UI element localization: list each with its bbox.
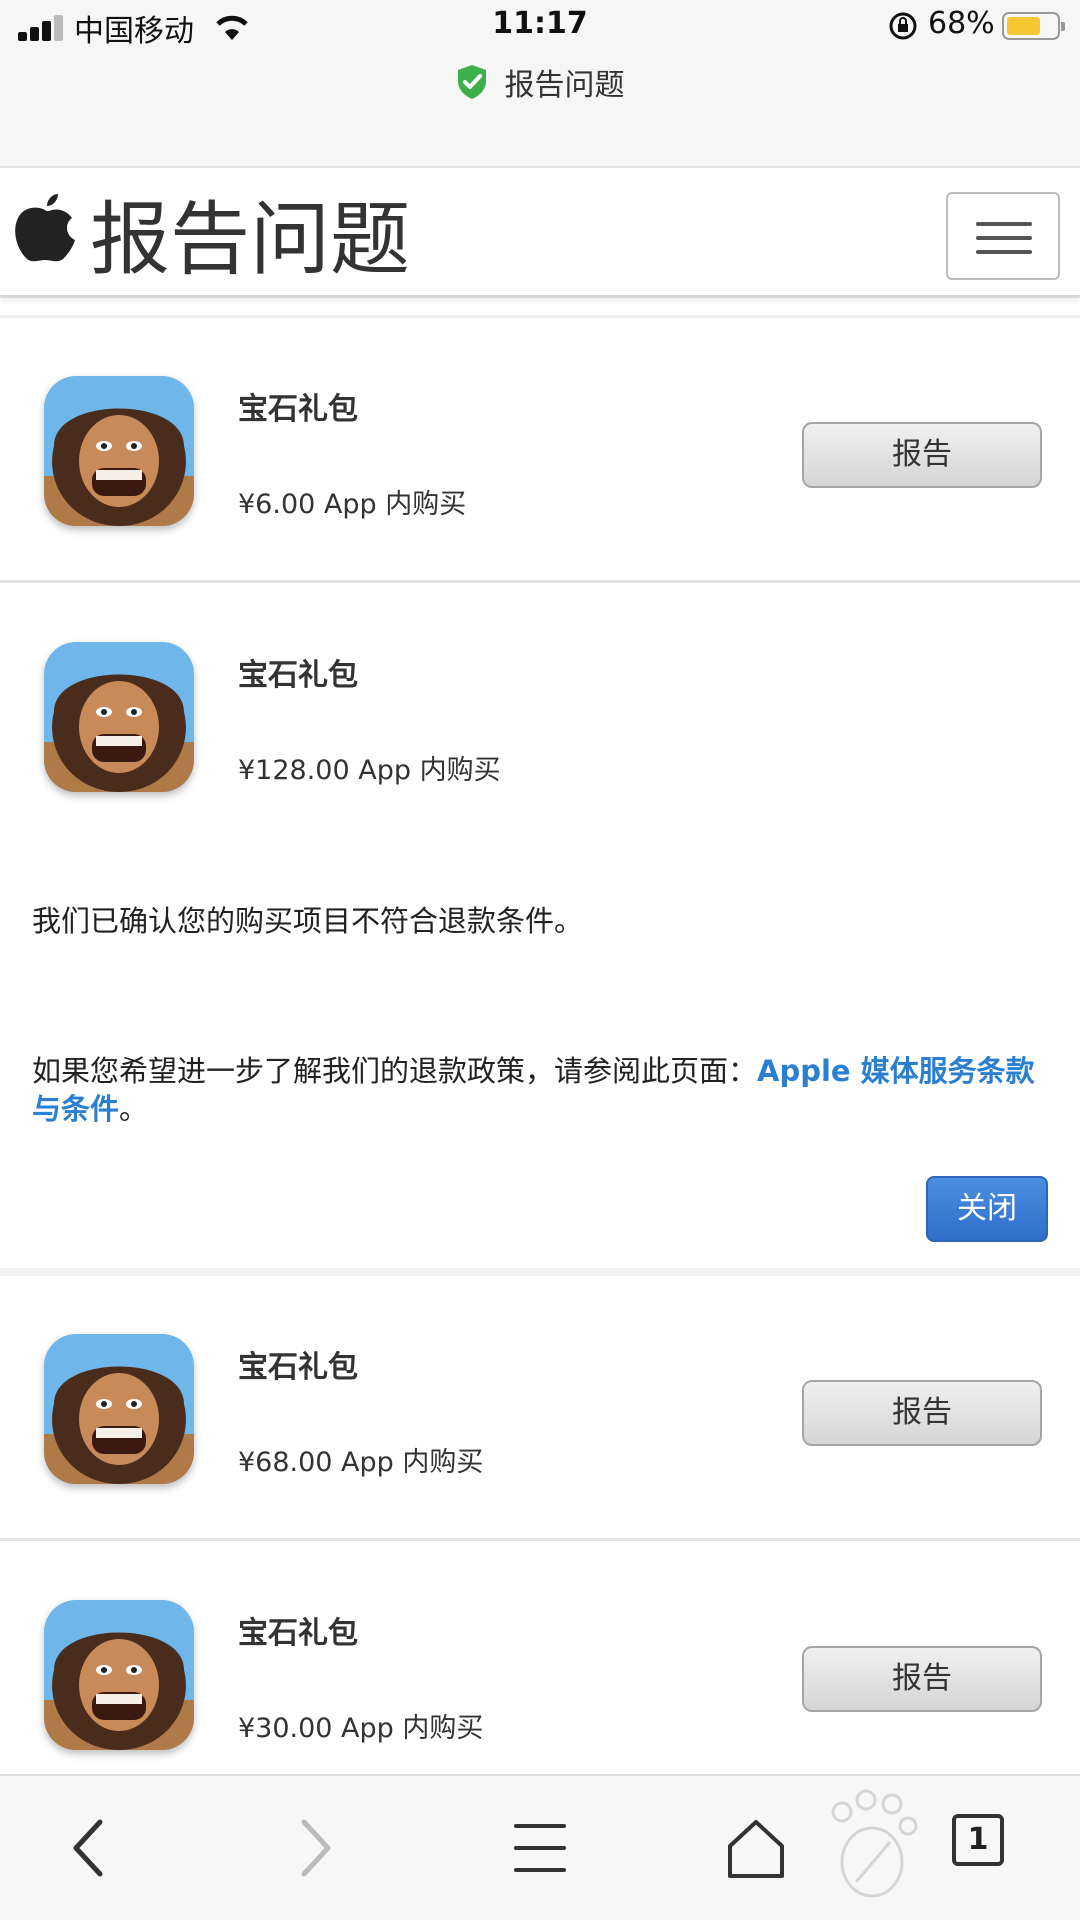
status-time: 11:17	[492, 6, 588, 41]
url-title: 报告问题	[504, 68, 625, 103]
item-price: ¥128.00 App 内购买	[238, 755, 501, 786]
divider	[0, 1538, 1080, 1541]
item-price: ¥68.00 App 内购买	[238, 1447, 484, 1478]
report-button[interactable]: 报告	[802, 1646, 1042, 1712]
period: 。	[119, 1092, 149, 1126]
browser-top-bar: 中国移动 11:17 68% 报告问题	[0, 0, 1080, 168]
browser-toolbar: 1	[0, 1774, 1080, 1920]
close-button[interactable]: 关闭	[926, 1176, 1048, 1242]
divider	[0, 315, 1080, 318]
divider	[0, 580, 1080, 583]
status-bar: 中国移动 11:17 68%	[0, 0, 1080, 56]
green-shield-check-icon	[458, 65, 487, 99]
item-name: 宝石礼包	[238, 658, 358, 693]
item-name: 宝石礼包	[238, 1616, 358, 1651]
item-name: 宝石礼包	[238, 1350, 358, 1385]
orientation-lock-icon	[889, 12, 917, 40]
item-price: ¥6.00 App 内购买	[238, 489, 467, 520]
item-price: ¥30.00 App 内购买	[238, 1713, 484, 1744]
item-name: 宝石礼包	[238, 392, 358, 427]
refund-policy-text: 如果您希望进一步了解我们的退款政策，请参阅此页面：	[32, 1054, 758, 1088]
app-icon	[44, 1600, 194, 1750]
page-header: 报告问题	[0, 170, 1080, 298]
apple-logo	[15, 194, 75, 262]
refund-policy-message: 如果您希望进一步了解我们的退款政策，请参阅此页面：Apple 媒体服务条款与条件…	[32, 1052, 1052, 1128]
chevron-left-icon[interactable]	[54, 1812, 126, 1884]
report-button[interactable]: 报告	[802, 422, 1042, 488]
list-menu-icon[interactable]	[504, 1812, 576, 1884]
app-icon	[44, 642, 194, 792]
battery-percent: 68%	[928, 6, 995, 41]
url-bar[interactable]: 报告问题	[0, 60, 1080, 108]
tab-count-button[interactable]: 1	[952, 1814, 1004, 1866]
chevron-right-icon[interactable]	[278, 1812, 350, 1884]
battery-icon	[1002, 12, 1065, 40]
home-icon[interactable]	[720, 1812, 792, 1884]
refund-ineligible-message: 我们已确认您的购买项目不符合退款条件。	[32, 904, 584, 938]
page-title: 报告问题	[90, 193, 410, 286]
report-button[interactable]: 报告	[802, 1380, 1042, 1446]
app-icon	[44, 1334, 194, 1484]
app-icon	[44, 376, 194, 526]
hamburger-menu-icon[interactable]	[946, 192, 1060, 280]
divider	[0, 1268, 1080, 1276]
watermark-paw-icon	[831, 1789, 918, 1898]
